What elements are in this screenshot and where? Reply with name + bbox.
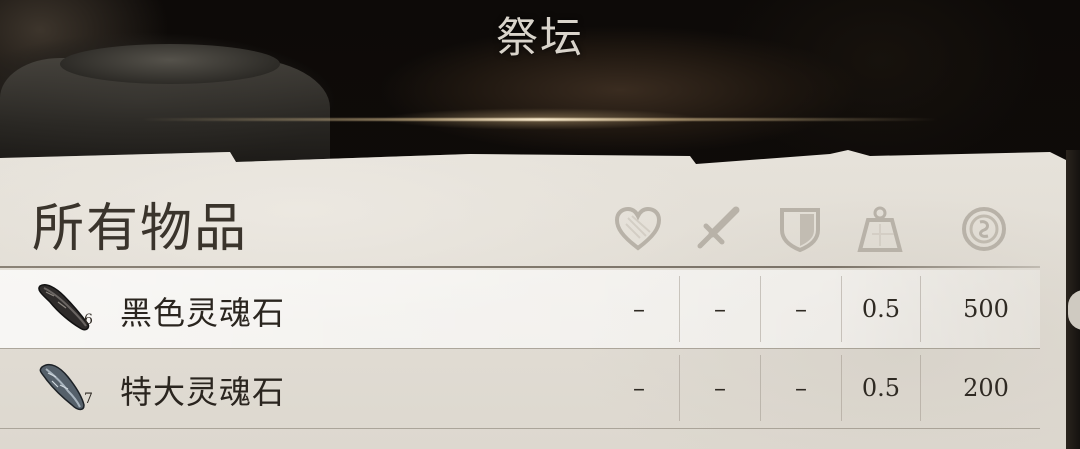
item-name: 特大灵魂石 <box>120 373 286 411</box>
item-row-black-soul-gem[interactable]: 6 黑色灵魂石 – – – 0.5 500 <box>0 270 1040 348</box>
armor-value: – <box>795 374 807 402</box>
weight-value: 0.5 <box>861 295 901 323</box>
weight-icon[interactable] <box>854 204 906 254</box>
damage-value: – <box>714 295 726 323</box>
header-divider <box>0 266 1040 268</box>
damage-value: – <box>714 374 726 402</box>
item-row-grand-soul-gem[interactable]: 7 特大灵魂石 – – – 0.5 200 <box>0 349 1040 427</box>
heal-value: – <box>633 295 645 323</box>
heart-icon[interactable] <box>612 204 664 254</box>
category-heading[interactable]: 所有物品 <box>32 186 248 261</box>
item-stack-count: 7 <box>84 391 93 407</box>
row-divider <box>0 428 1040 429</box>
weight-value: 0.5 <box>861 374 901 402</box>
grand-soul-gem-icon <box>34 357 98 417</box>
altar-screen: 祭坛 所有物品 6 黑色灵魂石 – – – 0.5 500 7 特大灵魂石 – … <box>0 0 1080 449</box>
black-soul-gem-icon <box>34 278 98 338</box>
sword-icon[interactable] <box>692 204 744 254</box>
item-stack-count: 6 <box>84 312 93 328</box>
item-name: 黑色灵魂石 <box>120 294 286 332</box>
coin-icon[interactable] <box>958 204 1010 254</box>
divider-line <box>140 118 940 121</box>
screen-title: 祭坛 <box>495 13 584 62</box>
gold-value: 500 <box>963 295 1009 323</box>
gold-value: 200 <box>963 374 1009 402</box>
heal-value: – <box>633 374 645 402</box>
shield-icon[interactable] <box>774 204 826 254</box>
armor-value: – <box>795 295 807 323</box>
